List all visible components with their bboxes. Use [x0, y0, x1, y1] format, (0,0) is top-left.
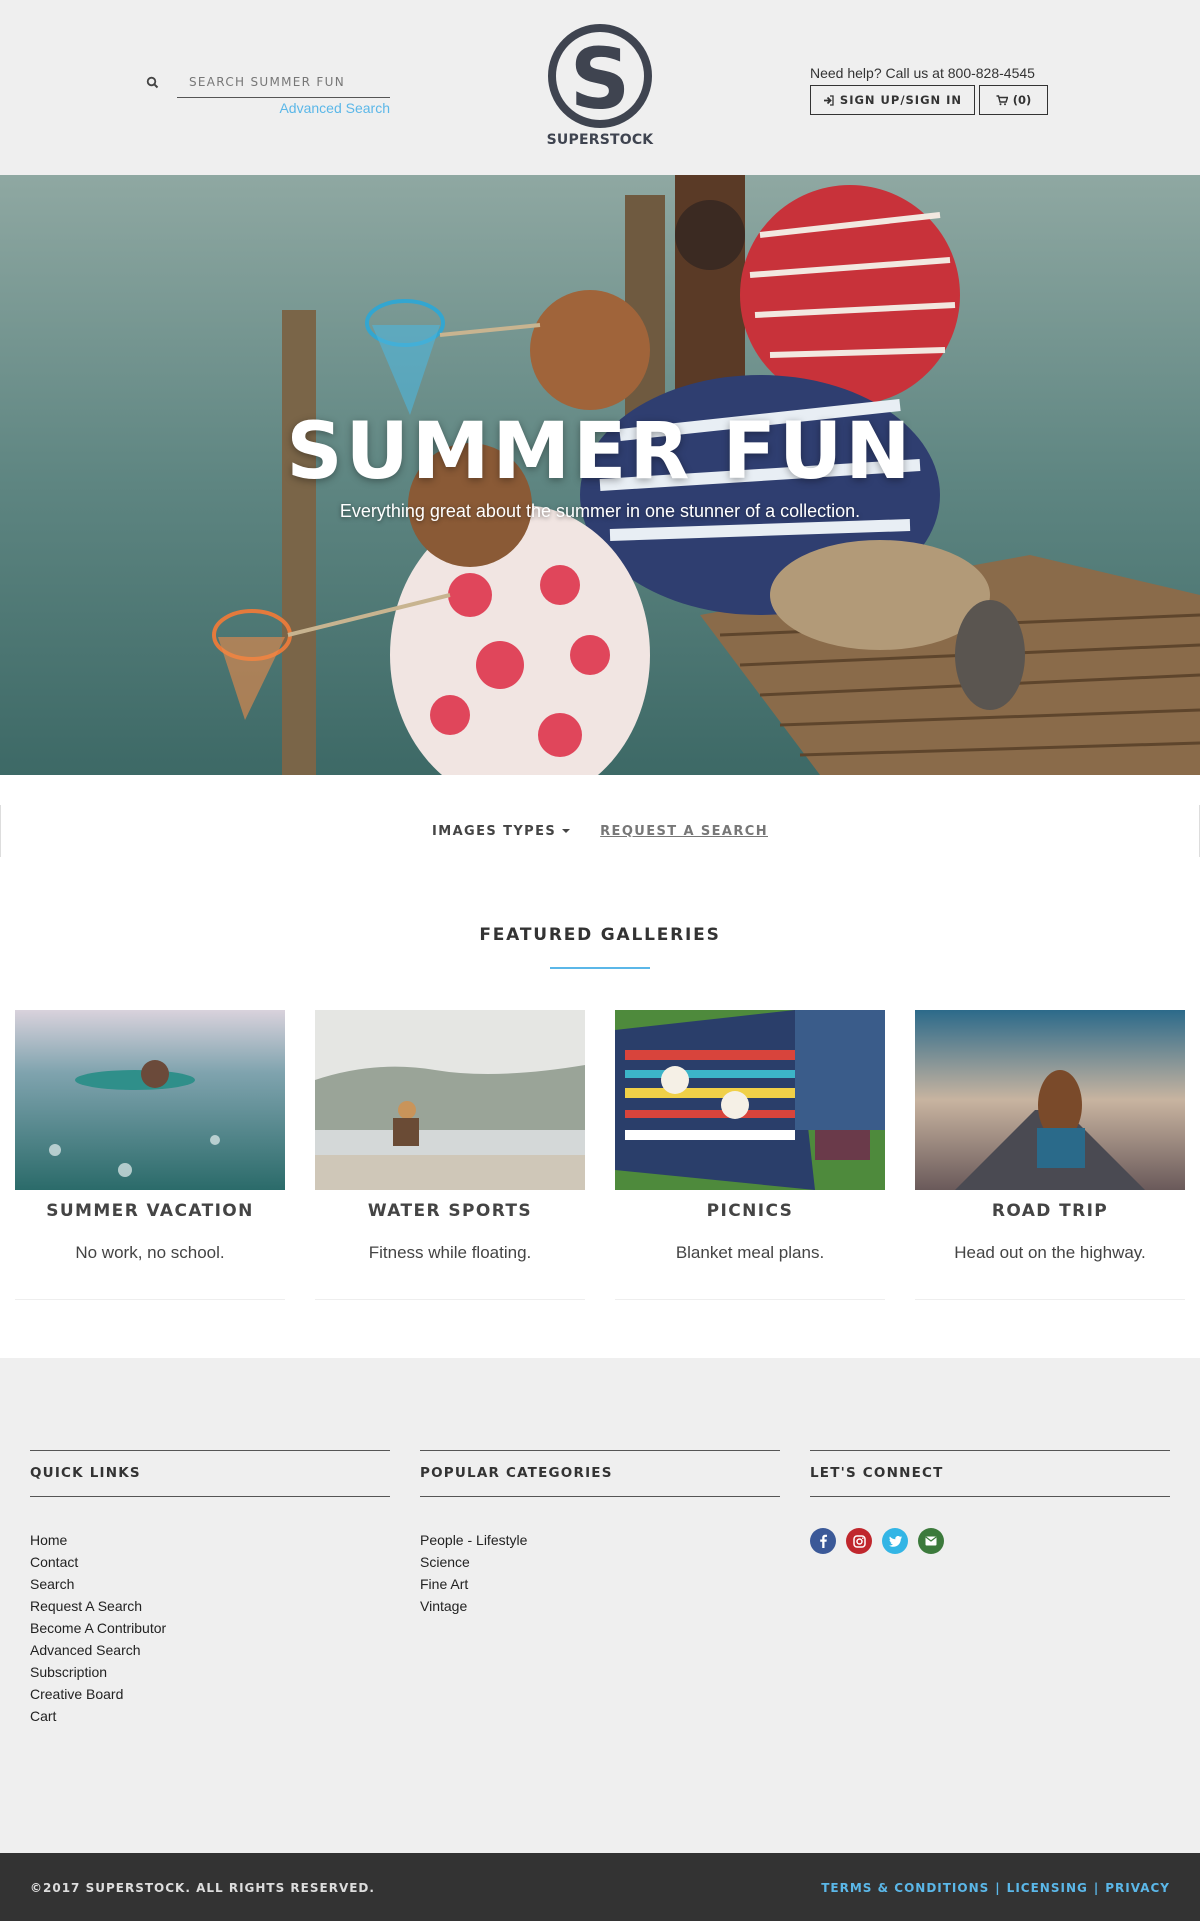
site-footer: QUICK LINKS Home Contact Search Request … [0, 1358, 1200, 1853]
superstock-logo-mark: S [548, 24, 652, 128]
secondary-nav: IMAGES TYPES REQUEST A SEARCH [0, 805, 1200, 857]
sign-in-button[interactable]: SIGN UP/SIGN IN [810, 85, 975, 115]
gallery-card-water-sports[interactable]: WATER SPORTS Fitness while floating. [315, 1010, 585, 1300]
popular-categories-list: People - Lifestyle Science Fine Art Vint… [420, 1529, 780, 1617]
gallery-name: PICNICS [706, 1201, 794, 1221]
separator: | [1093, 1881, 1100, 1895]
cart-icon [996, 94, 1008, 105]
sign-in-label: SIGN UP/SIGN IN [839, 93, 963, 107]
quick-links-list: Home Contact Search Request A Search Bec… [30, 1529, 390, 1727]
gallery-description: No work, no school. [75, 1243, 225, 1262]
terms-link[interactable]: TERMS & CONDITIONS [821, 1881, 989, 1895]
gallery-card-road-trip[interactable]: ROAD TRIP Head out on the highway. [915, 1010, 1185, 1300]
popular-categories-heading: POPULAR CATEGORIES [420, 1450, 780, 1497]
footer-link[interactable]: Cart [30, 1708, 56, 1724]
copyright-text: ©2017 SUPERSTOCK. ALL RIGHTS RESERVED. [30, 1881, 375, 1895]
footer-link[interactable]: Advanced Search [30, 1642, 141, 1658]
gallery-description: Blanket meal plans. [675, 1243, 825, 1262]
social-icons [810, 1528, 1170, 1554]
legal-links: TERMS & CONDITIONS | LICENSING | PRIVACY [821, 1881, 1170, 1895]
gallery-description: Fitness while floating. [368, 1243, 532, 1262]
footer-link[interactable]: Home [30, 1532, 67, 1548]
separator: | [995, 1881, 1001, 1895]
quick-links-heading: QUICK LINKS [30, 1450, 390, 1497]
popular-categories-column: POPULAR CATEGORIES People - Lifestyle Sc… [420, 1450, 780, 1617]
cart-count: (0) [1012, 93, 1032, 107]
site-header: Advanced Search S SUPERSTOCK Need help? … [0, 0, 1200, 175]
footer-link[interactable]: Request A Search [30, 1598, 142, 1614]
title-underline [550, 967, 650, 969]
category-link[interactable]: Science [420, 1554, 470, 1570]
footer-link[interactable]: Subscription [30, 1664, 107, 1680]
hero-banner: SUMMER FUN Everything great about the su… [0, 175, 1200, 775]
svg-text:S: S [570, 30, 631, 128]
footer-bottom-bar: ©2017 SUPERSTOCK. ALL RIGHTS RESERVED. T… [0, 1853, 1200, 1921]
instagram-icon[interactable] [846, 1528, 872, 1554]
twitter-icon[interactable] [882, 1528, 908, 1554]
gallery-name: WATER SPORTS [367, 1201, 533, 1221]
help-text: Need help? Call us at 800-828-4545 [810, 65, 1035, 81]
gallery-name: ROAD TRIP [991, 1201, 1109, 1221]
gallery-name: SUMMER VACATION [46, 1201, 254, 1221]
licensing-link[interactable]: LICENSING [1007, 1881, 1088, 1895]
hero-subtitle: Everything great about the summer in one… [339, 501, 861, 521]
sign-in-icon [823, 94, 834, 106]
advanced-search-link[interactable]: Advanced Search [279, 100, 390, 116]
connect-column: LET'S CONNECT [810, 1450, 1170, 1554]
footer-link[interactable]: Become A Contributor [30, 1620, 166, 1636]
caret-down-icon [562, 829, 571, 833]
search-input[interactable] [177, 66, 390, 98]
superstock-logo[interactable]: S SUPERSTOCK [544, 22, 656, 152]
image-types-dropdown[interactable]: IMAGES TYPES [432, 823, 571, 839]
gallery-image-summer-vacation [15, 1010, 285, 1190]
image-types-label: IMAGES TYPES [432, 823, 557, 839]
email-icon[interactable] [918, 1528, 944, 1554]
search-icon[interactable] [146, 76, 160, 90]
facebook-icon[interactable] [810, 1528, 836, 1554]
gallery-card-picnics[interactable]: PICNICS Blanket meal plans. [615, 1010, 885, 1300]
featured-galleries-title: FEATURED GALLERIES [479, 925, 721, 945]
quick-links-column: QUICK LINKS Home Contact Search Request … [30, 1450, 390, 1727]
connect-heading: LET'S CONNECT [810, 1450, 1170, 1497]
gallery-image-picnics [615, 1010, 885, 1190]
gallery-description: Head out on the highway. [954, 1243, 1146, 1262]
category-link[interactable]: Vintage [420, 1598, 467, 1614]
cart-button[interactable]: (0) [979, 85, 1048, 115]
logo-text: SUPERSTOCK [546, 132, 654, 148]
footer-link[interactable]: Creative Board [30, 1686, 123, 1702]
footer-link[interactable]: Search [30, 1576, 74, 1592]
privacy-link[interactable]: PRIVACY [1105, 1881, 1170, 1895]
gallery-image-road-trip [915, 1010, 1185, 1190]
gallery-card-summer-vacation[interactable]: SUMMER VACATION No work, no school. [15, 1010, 285, 1300]
hero-title: SUMMER FUN [286, 407, 914, 497]
gallery-image-water-sports [315, 1010, 585, 1190]
category-link[interactable]: Fine Art [420, 1576, 468, 1592]
footer-link[interactable]: Contact [30, 1554, 78, 1570]
request-search-link[interactable]: REQUEST A SEARCH [600, 824, 768, 839]
category-link[interactable]: People - Lifestyle [420, 1532, 527, 1548]
